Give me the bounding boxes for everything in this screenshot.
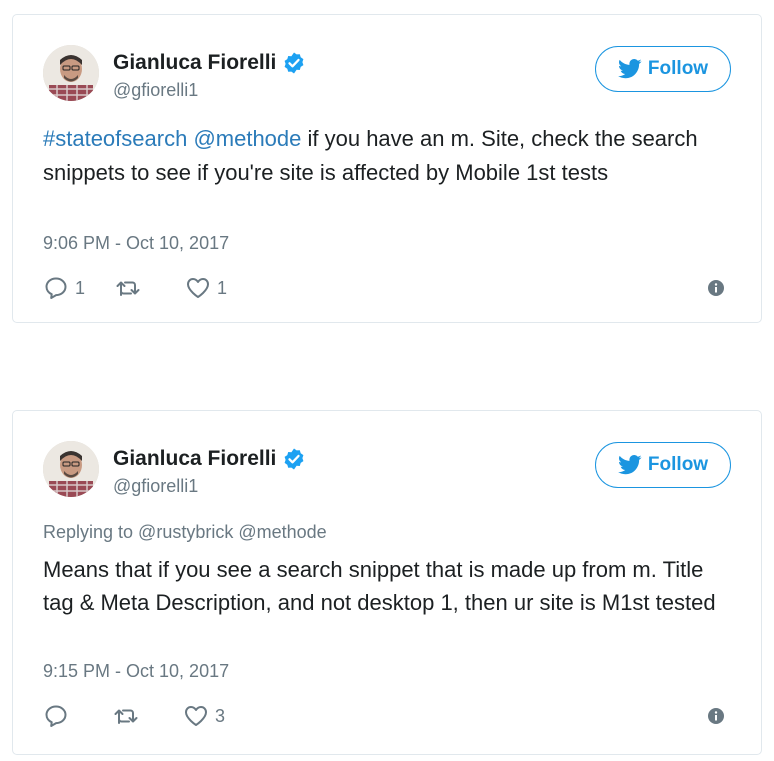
author-handle[interactable]: @gfiorelli1 [113, 78, 306, 102]
verified-badge-icon [282, 447, 306, 471]
heart-icon [187, 278, 210, 298]
like-count: 1 [217, 277, 228, 298]
tweet-header: Gianluca Fiorelli @gfiorelli1 Follow [43, 441, 731, 501]
follow-label: Follow [647, 454, 709, 475]
tweet-card: Gianluca Fiorelli @gfiorelli1 Follow #st… [12, 14, 762, 323]
retweet-icon [114, 709, 138, 724]
reply-count: 1 [75, 277, 86, 298]
avatar[interactable] [43, 45, 99, 101]
reply-button[interactable]: 1 [43, 275, 85, 301]
avatar[interactable] [43, 441, 99, 497]
retweet-button[interactable] [113, 703, 153, 729]
like-count: 3 [215, 705, 226, 726]
like-button[interactable]: 3 [183, 703, 225, 729]
follow-button[interactable]: Follow [595, 46, 731, 92]
follow-button[interactable]: Follow [595, 442, 731, 488]
twitter-bird-icon [617, 59, 642, 79]
heart-icon [185, 706, 207, 726]
tweet-timestamp[interactable]: 9:06 PM - Oct 10, 2017 [43, 233, 229, 254]
info-icon[interactable] [707, 279, 725, 297]
tweet-card: Gianluca Fiorelli @gfiorelli1 Follow Rep… [12, 410, 762, 755]
follow-label: Follow [647, 58, 709, 79]
reply-icon [45, 705, 67, 727]
tweet-text: #stateofsearch @methode if you have an m… [43, 122, 721, 190]
tweet-text: Means that if you see a search snippet t… [43, 557, 716, 615]
author-name[interactable]: Gianluca Fiorelli [113, 446, 276, 472]
tweet-actions: 3 [43, 701, 731, 731]
like-button[interactable]: 1 [185, 275, 227, 301]
author-block[interactable]: Gianluca Fiorelli @gfiorelli1 [113, 446, 306, 498]
verified-badge-icon [282, 51, 306, 75]
info-icon[interactable] [707, 707, 725, 725]
author-handle[interactable]: @gfiorelli1 [113, 474, 306, 498]
tweet-timestamp[interactable]: 9:15 PM - Oct 10, 2017 [43, 661, 229, 682]
author-block[interactable]: Gianluca Fiorelli @gfiorelli1 [113, 50, 306, 102]
replying-to[interactable]: Replying to @rustybrick @methode [43, 522, 327, 543]
reply-icon [45, 277, 67, 299]
twitter-bird-icon [617, 455, 642, 475]
retweet-button[interactable] [115, 275, 155, 301]
tweet-actions: 1 1 [43, 273, 731, 303]
mention-link[interactable]: @methode [193, 126, 301, 151]
hashtag-link[interactable]: #stateofsearch [43, 126, 187, 151]
retweet-icon [116, 281, 140, 296]
author-name[interactable]: Gianluca Fiorelli [113, 50, 276, 76]
reply-button[interactable] [43, 703, 83, 729]
tweet-header: Gianluca Fiorelli @gfiorelli1 Follow [43, 45, 731, 105]
